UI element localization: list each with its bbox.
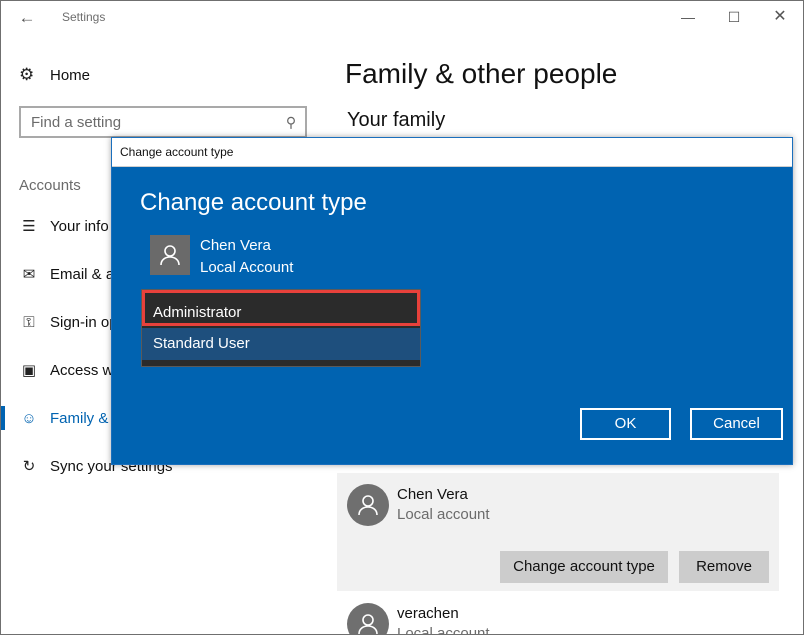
account-card[interactable]: Chen Vera Local account Change account t… (337, 473, 779, 591)
dialog-title-bar: Change account type (112, 138, 792, 167)
dialog-heading: Change account type (140, 189, 367, 216)
page-title: Family & other people (345, 58, 618, 89)
sidebar-item-label: Your info (50, 217, 109, 235)
home-link[interactable]: ⚙ Home (19, 63, 90, 87)
person-icon (358, 495, 378, 516)
person-icon (160, 245, 180, 266)
option-standard-user[interactable]: Standard User (142, 328, 420, 360)
briefcase-icon: ▣ (21, 362, 37, 379)
account-type: Local account (397, 506, 490, 523)
search-input[interactable] (21, 108, 265, 136)
dialog-user-name: Chen Vera (200, 237, 271, 254)
gear-icon: ⚙ (19, 65, 35, 84)
account-type-dropdown[interactable]: Administrator Standard User (141, 289, 421, 367)
other-account-type: Local account (397, 625, 490, 635)
avatar (347, 484, 389, 526)
search-icon[interactable]: ⚲ (282, 112, 300, 132)
other-account-name[interactable]: verachen (397, 605, 459, 622)
close-button[interactable]: ✕ (766, 5, 794, 29)
minimize-button[interactable]: — (674, 5, 702, 29)
active-indicator (1, 406, 5, 430)
arrow-left-icon: ← (18, 8, 36, 27)
app-title: Settings (62, 10, 106, 24)
account-name: Chen Vera (397, 486, 468, 503)
change-account-type-button[interactable]: Change account type (500, 551, 668, 583)
maximize-button[interactable]: ☐ (720, 5, 748, 29)
your-family-heading: Your family (347, 109, 446, 131)
avatar (347, 603, 389, 634)
option-administrator[interactable]: Administrator (142, 290, 420, 326)
cancel-button[interactable]: Cancel (690, 408, 783, 440)
avatar (150, 235, 190, 275)
key-icon: ⚿ (23, 313, 35, 331)
person-icon (358, 614, 378, 634)
email-icon: ✉ (22, 266, 36, 283)
section-label-accounts: Accounts (19, 177, 81, 194)
change-account-type-dialog: Change account type Change account type … (111, 137, 793, 465)
title-bar: ← Settings — ☐ ✕ (1, 1, 803, 35)
option-label: Administrator (153, 304, 242, 321)
dialog-user-type: Local Account (200, 259, 294, 276)
home-label: Home (50, 66, 91, 84)
back-button[interactable]: ← (15, 6, 39, 30)
person-add-icon: ☺ (21, 409, 37, 427)
person-card-icon: ☰ (22, 218, 36, 235)
dialog-window-title: Change account type (120, 145, 234, 159)
remove-button[interactable]: Remove (679, 551, 769, 583)
sync-icon: ↻ (22, 458, 36, 475)
option-label: Standard User (153, 335, 250, 352)
search-box: ⚲ (19, 106, 307, 138)
ok-button[interactable]: OK (580, 408, 671, 440)
